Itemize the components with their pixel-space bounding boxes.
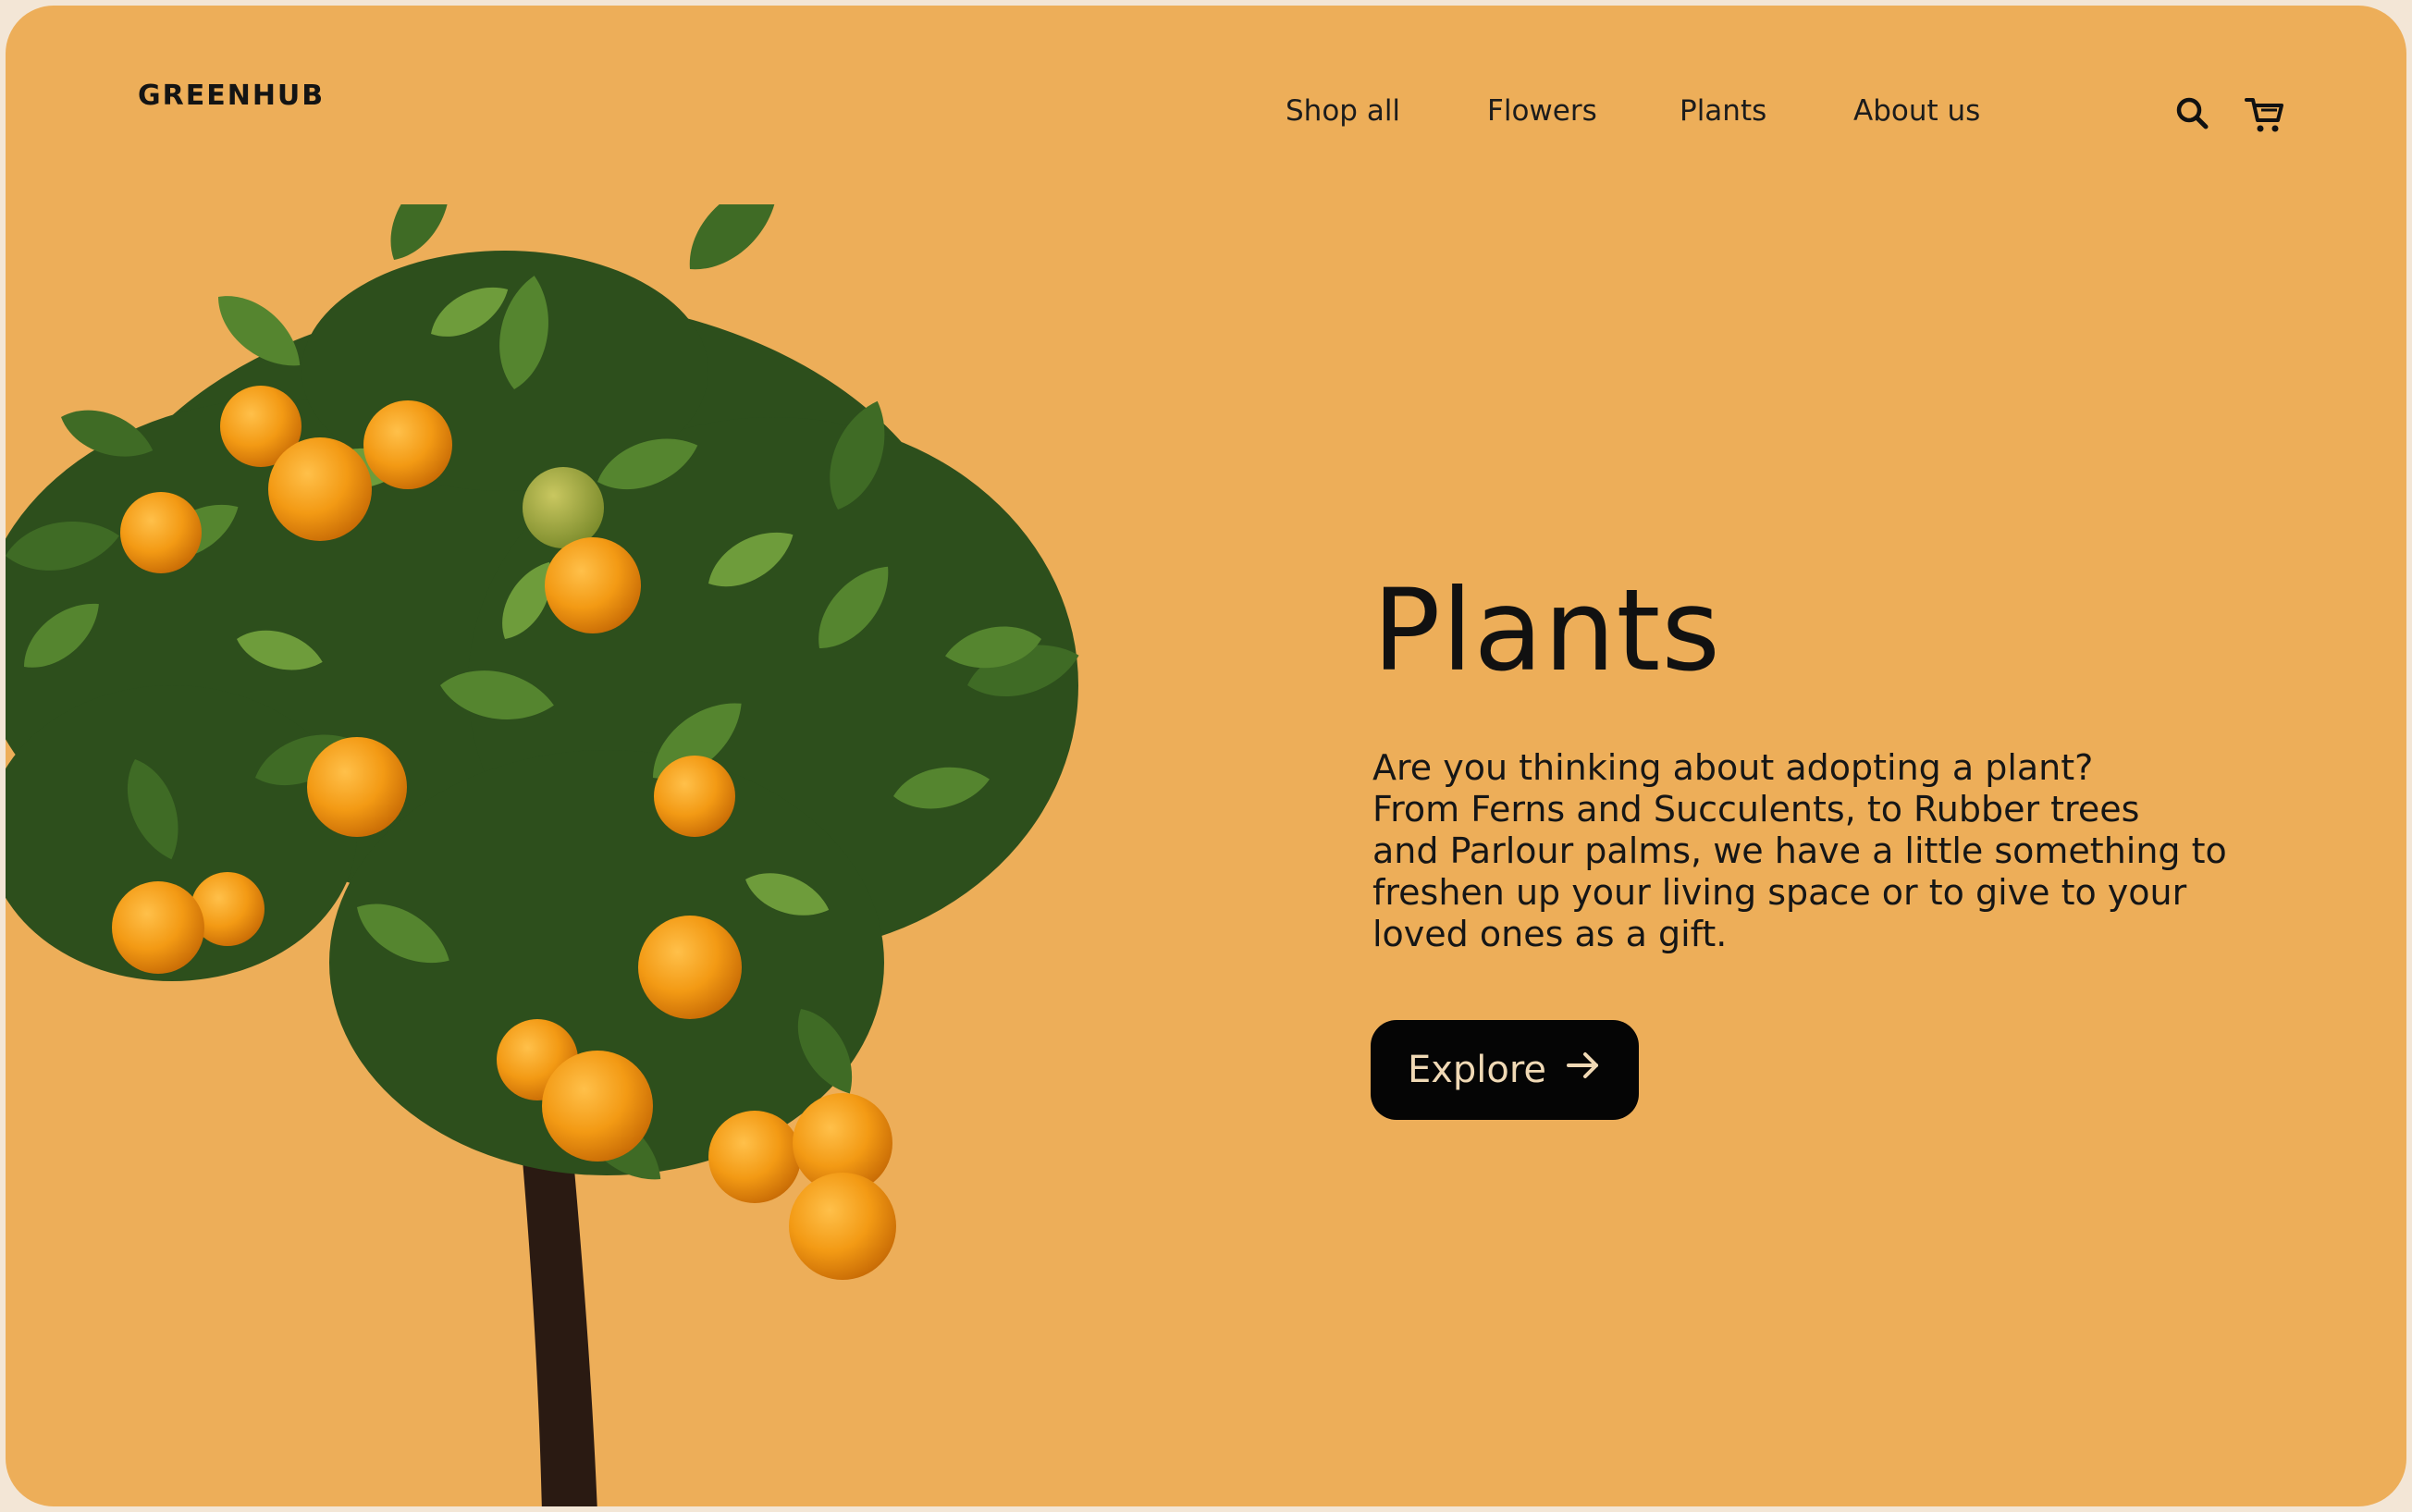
arrow-right-icon <box>1565 1047 1602 1093</box>
landing-page: GREENHUB Shop all Flowers Plants About u… <box>6 6 2406 1506</box>
page-title: Plants <box>1372 565 1721 696</box>
explore-button-label: Explore <box>1407 1049 1547 1091</box>
description-line: Are you thinking about adopting a plant? <box>1372 747 2094 788</box>
description-line: loved ones as a gift. <box>1372 914 1728 954</box>
description-line: and Parlour palms, we have a little some… <box>1372 830 2227 871</box>
search-icon[interactable] <box>2170 91 2216 137</box>
nav-plants[interactable]: Plants <box>1680 94 1766 128</box>
explore-button[interactable]: Explore <box>1371 1020 1639 1120</box>
orange-tree-image <box>6 204 1086 1506</box>
nav-shop-all[interactable]: Shop all <box>1286 94 1400 128</box>
nav-flowers[interactable]: Flowers <box>1487 94 1597 128</box>
description-line: From Ferns and Succulents, to Rubber tre… <box>1372 789 2140 830</box>
cart-icon[interactable] <box>2242 91 2288 137</box>
description-line: freshen up your living space or to give … <box>1372 872 2187 913</box>
nav-about-us[interactable]: About us <box>1853 94 1980 128</box>
brand-logo[interactable]: GREENHUB <box>138 80 325 112</box>
hero-description: Are you thinking about adopting a plant?… <box>1372 747 2297 955</box>
